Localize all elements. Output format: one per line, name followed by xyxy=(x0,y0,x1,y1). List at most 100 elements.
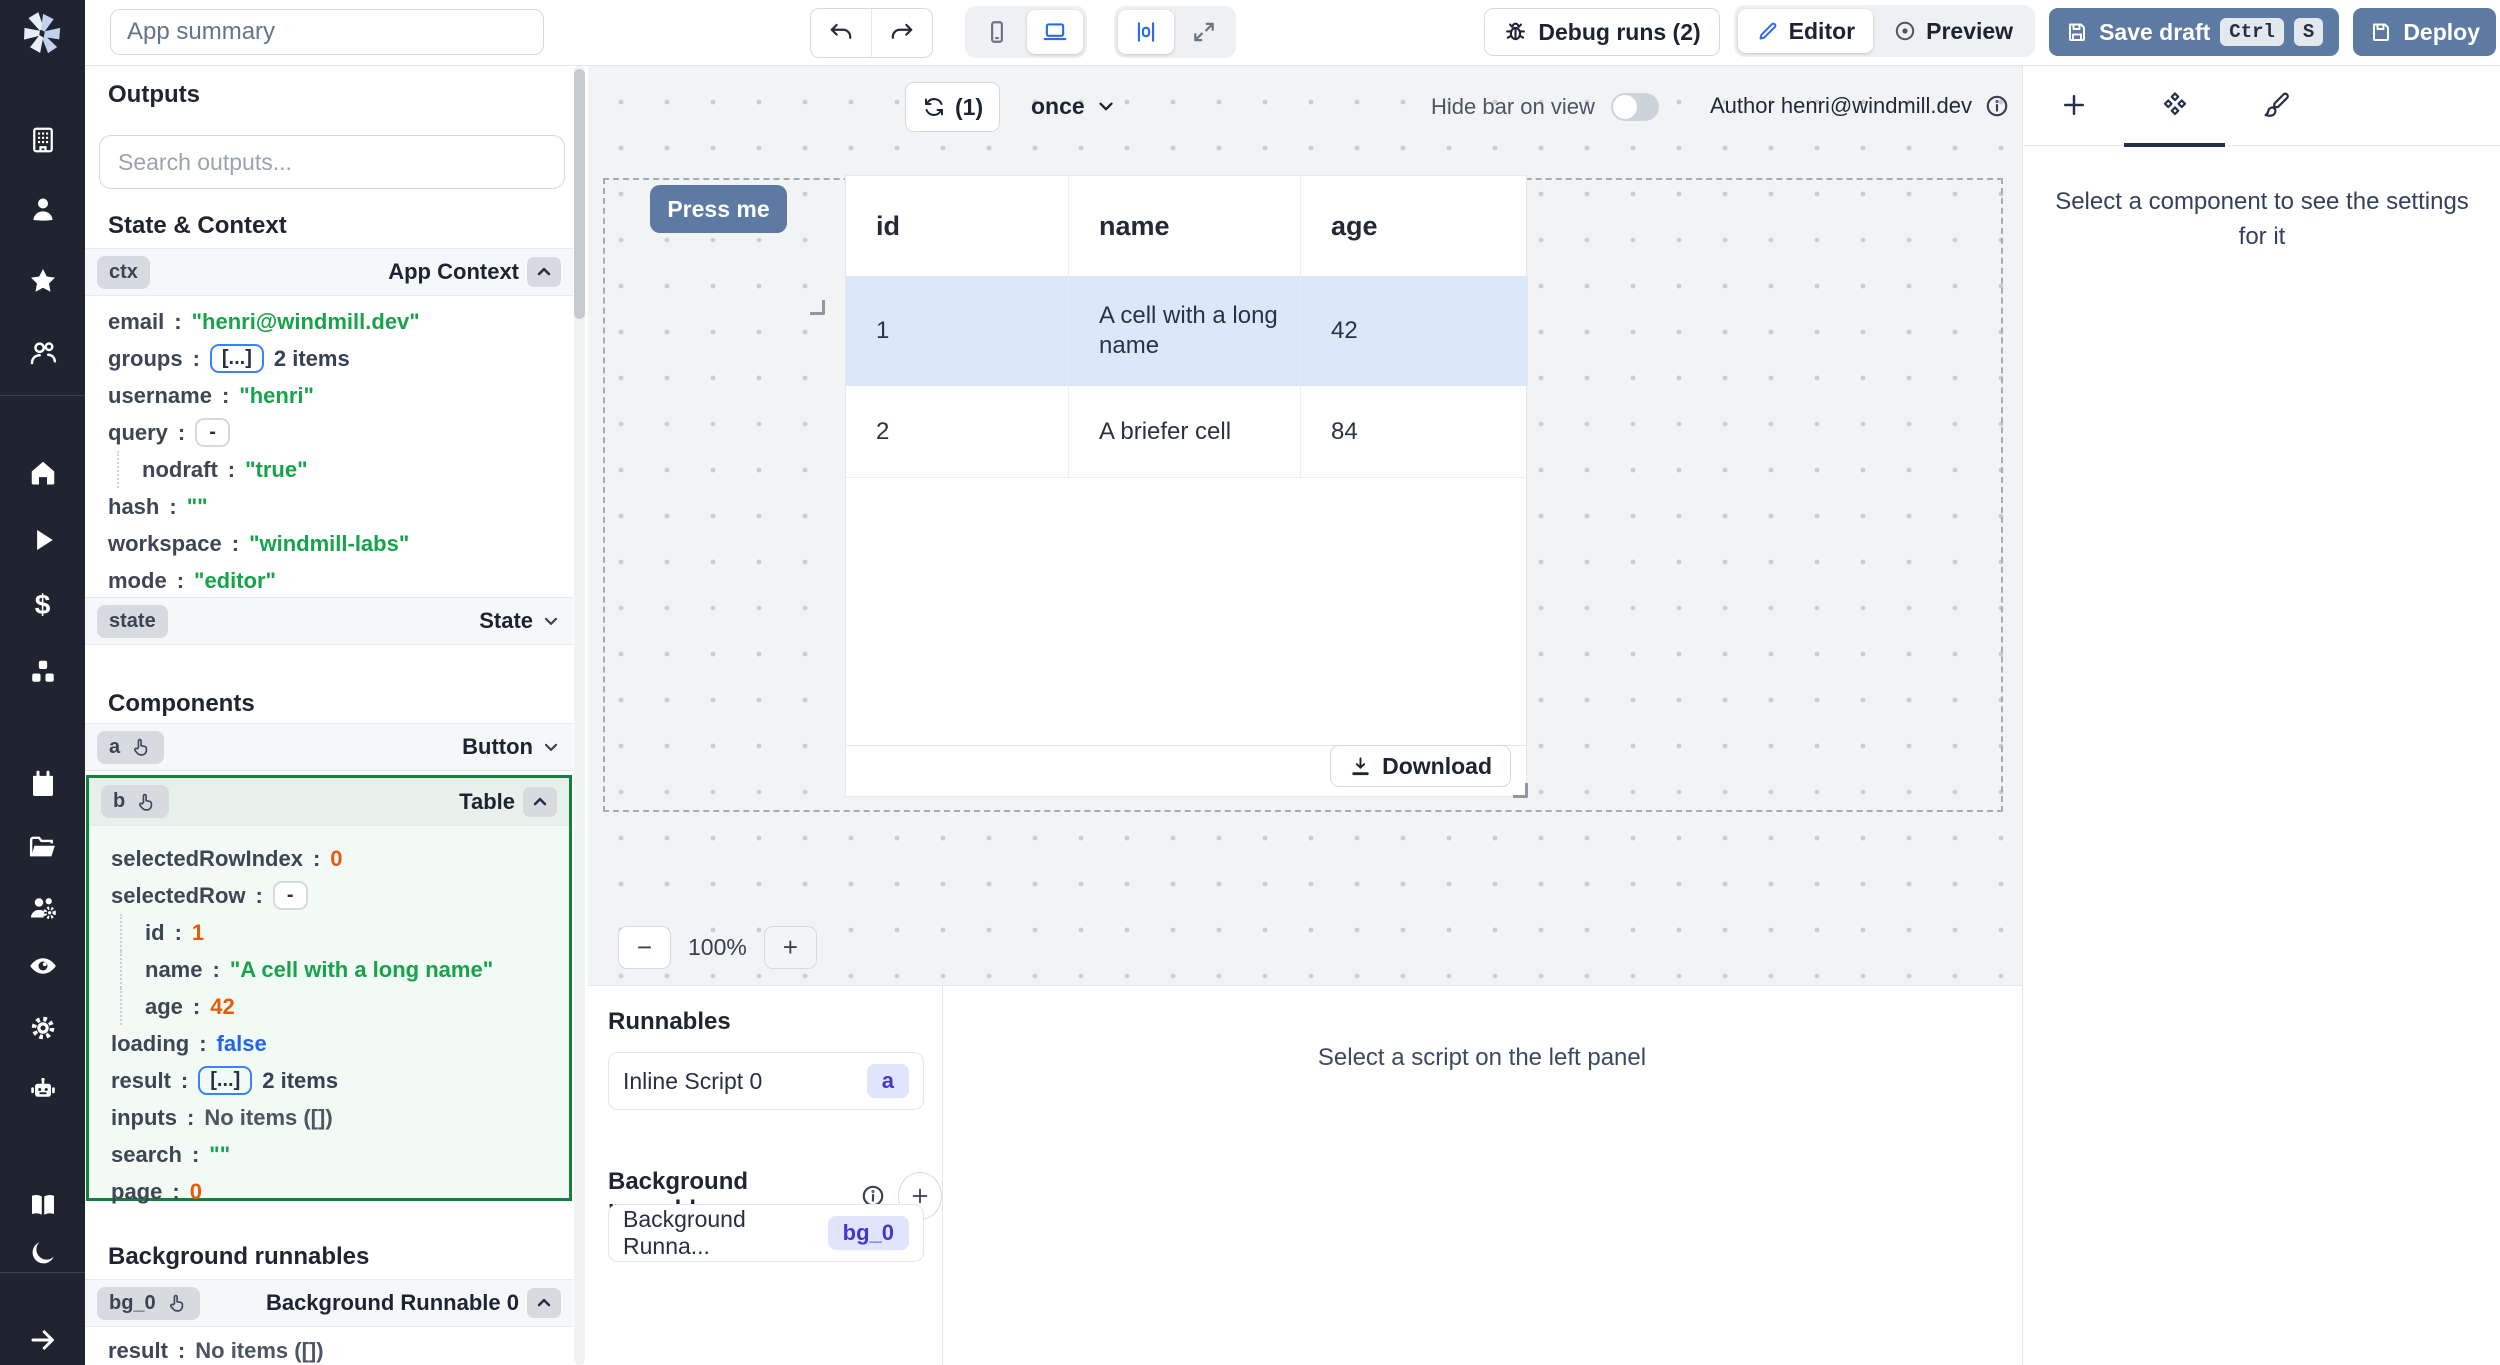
star-icon[interactable] xyxy=(0,257,85,305)
tab-editor[interactable]: Editor xyxy=(1738,9,1873,53)
resources-boxes-icon[interactable] xyxy=(0,648,85,696)
hand-pointer-icon xyxy=(166,1292,188,1314)
resize-handle[interactable] xyxy=(1513,783,1528,798)
background-runnable-item[interactable]: Background Runna... bg_0 xyxy=(608,1204,924,1262)
empty-chip[interactable]: - xyxy=(195,418,230,447)
bg0-type-label: Background Runnable 0 xyxy=(266,1290,519,1316)
table-cell: 2 xyxy=(846,386,1069,478)
zoom-in-button[interactable]: + xyxy=(764,926,817,969)
viewport-segment xyxy=(965,6,1087,58)
variables-dollar-icon[interactable]: $ xyxy=(0,581,85,629)
bg0-properties: result:No items ([]) xyxy=(108,1332,324,1365)
tab-add-component[interactable] xyxy=(2023,65,2124,145)
workers-users-cog-icon[interactable] xyxy=(0,884,85,932)
a-type-label: Button xyxy=(462,734,533,760)
tab-component-settings[interactable] xyxy=(2124,65,2225,145)
runs-play-icon[interactable] xyxy=(0,516,85,564)
deploy-button[interactable]: Deploy xyxy=(2353,8,2496,56)
kbd-ctrl: Ctrl xyxy=(2220,18,2284,46)
docs-book-icon[interactable] xyxy=(0,1181,85,1229)
component-a-row[interactable]: a Button xyxy=(85,723,573,771)
ctx-row[interactable]: ctx App Context xyxy=(85,248,573,296)
zoom-out-button[interactable]: − xyxy=(618,926,671,969)
paintbrush-icon xyxy=(2261,90,2291,120)
pencil-icon xyxy=(1756,19,1780,43)
state-row[interactable]: state State xyxy=(85,597,573,645)
deploy-label: Deploy xyxy=(2403,19,2480,46)
table-row[interactable]: 2 A briefer cell 84 xyxy=(846,386,1526,478)
refresh-count: (1) xyxy=(955,94,983,121)
laptop-icon xyxy=(1042,19,1068,45)
hide-bar-label: Hide bar on view xyxy=(1431,94,1595,120)
column-header[interactable]: id xyxy=(846,176,1069,276)
mobile-view-button[interactable] xyxy=(969,10,1025,54)
table-header-row: id name age xyxy=(846,176,1526,276)
inline-script-label: Inline Script 0 xyxy=(623,1068,762,1095)
collapse-arrow-right-icon[interactable] xyxy=(0,1316,85,1364)
table-cell: 42 xyxy=(1301,276,1528,386)
array-chip[interactable]: [...] xyxy=(210,344,264,373)
kv-row: inputs:No items ([]) xyxy=(111,1099,493,1136)
save-draft-button[interactable]: Save draft Ctrl S xyxy=(2049,8,2339,56)
app-summary-input[interactable] xyxy=(110,9,544,55)
tab-styling[interactable] xyxy=(2225,65,2326,145)
chevron-down-icon[interactable] xyxy=(541,737,561,757)
align-center-icon xyxy=(1133,19,1159,45)
schedules-calendar-icon[interactable] xyxy=(0,760,85,808)
left-nav-rail: $ xyxy=(0,0,85,1365)
hide-bar-toggle[interactable] xyxy=(1611,93,1659,121)
resize-handle[interactable] xyxy=(810,300,825,315)
redo-button[interactable] xyxy=(871,9,932,57)
info-icon[interactable] xyxy=(1984,93,2010,119)
chevron-down-icon[interactable] xyxy=(541,611,561,631)
refresh-button[interactable]: (1) xyxy=(905,82,1000,132)
chevron-up-icon[interactable] xyxy=(523,787,557,817)
component-b-section: b Table selectedRowIndex:0 selectedRow:-… xyxy=(86,775,572,1201)
app-canvas[interactable]: (1) once Hide bar on view Author henri@w… xyxy=(588,65,2022,985)
chevron-up-icon[interactable] xyxy=(527,1288,561,1318)
download-button[interactable]: Download xyxy=(1330,745,1511,787)
settings-gear-icon[interactable] xyxy=(0,1004,85,1052)
hand-pointer-icon xyxy=(135,791,157,813)
audit-eye-icon[interactable] xyxy=(0,942,85,990)
ctx-type-label: App Context xyxy=(388,259,519,285)
bg0-row[interactable]: bg_0 Background Runnable 0 xyxy=(85,1279,573,1327)
table-row-selected[interactable]: 1 A cell with a long name 42 xyxy=(846,276,1526,386)
background-runnables-header: Background runnables xyxy=(108,1243,369,1271)
outputs-scrollbar-thumb[interactable] xyxy=(574,69,585,319)
kv-row: groups:[...]2 items xyxy=(108,340,420,377)
column-header[interactable]: name xyxy=(1069,176,1301,276)
center-align-button[interactable] xyxy=(1118,10,1174,54)
windmill-logo-icon[interactable] xyxy=(14,6,70,62)
users-icon[interactable] xyxy=(0,329,85,377)
dark-mode-moon-icon[interactable] xyxy=(0,1229,85,1277)
fullscreen-button[interactable] xyxy=(1176,10,1232,54)
chevron-up-icon[interactable] xyxy=(527,257,561,287)
runnables-panel: Runnables Inline Script 0 a Background r… xyxy=(588,986,943,1365)
editor-label: Editor xyxy=(1789,18,1855,45)
empty-chip[interactable]: - xyxy=(273,881,308,910)
folders-icon[interactable] xyxy=(0,823,85,871)
inline-script-item[interactable]: Inline Script 0 a xyxy=(608,1052,924,1110)
undo-button[interactable] xyxy=(811,9,871,57)
refresh-schedule-dropdown[interactable]: once xyxy=(1031,82,1117,130)
debug-runs-label: Debug runs (2) xyxy=(1538,19,1700,46)
component-b-row[interactable]: b Table xyxy=(89,778,569,826)
author-label: Author henri@windmill.dev xyxy=(1710,93,1972,119)
b-id-badge: b xyxy=(113,790,125,813)
script-editor-area: Select a script on the left panel xyxy=(942,986,2022,1365)
user-icon[interactable] xyxy=(0,185,85,233)
home-icon[interactable] xyxy=(0,449,85,497)
kv-row: query:- xyxy=(108,414,420,451)
kv-row: workspace:"windmill-labs" xyxy=(108,525,420,562)
array-chip[interactable]: [...] xyxy=(198,1066,252,1095)
search-outputs-input[interactable] xyxy=(99,135,565,189)
press-me-button[interactable]: Press me xyxy=(650,185,787,233)
debug-runs-button[interactable]: Debug runs (2) xyxy=(1484,8,1719,56)
plus-icon xyxy=(2059,90,2089,120)
tab-preview[interactable]: Preview xyxy=(1875,9,2031,53)
workspace-building-icon[interactable] xyxy=(0,116,85,164)
ai-robot-icon[interactable] xyxy=(0,1066,85,1114)
desktop-view-button[interactable] xyxy=(1027,10,1083,54)
column-header[interactable]: age xyxy=(1301,176,1528,276)
